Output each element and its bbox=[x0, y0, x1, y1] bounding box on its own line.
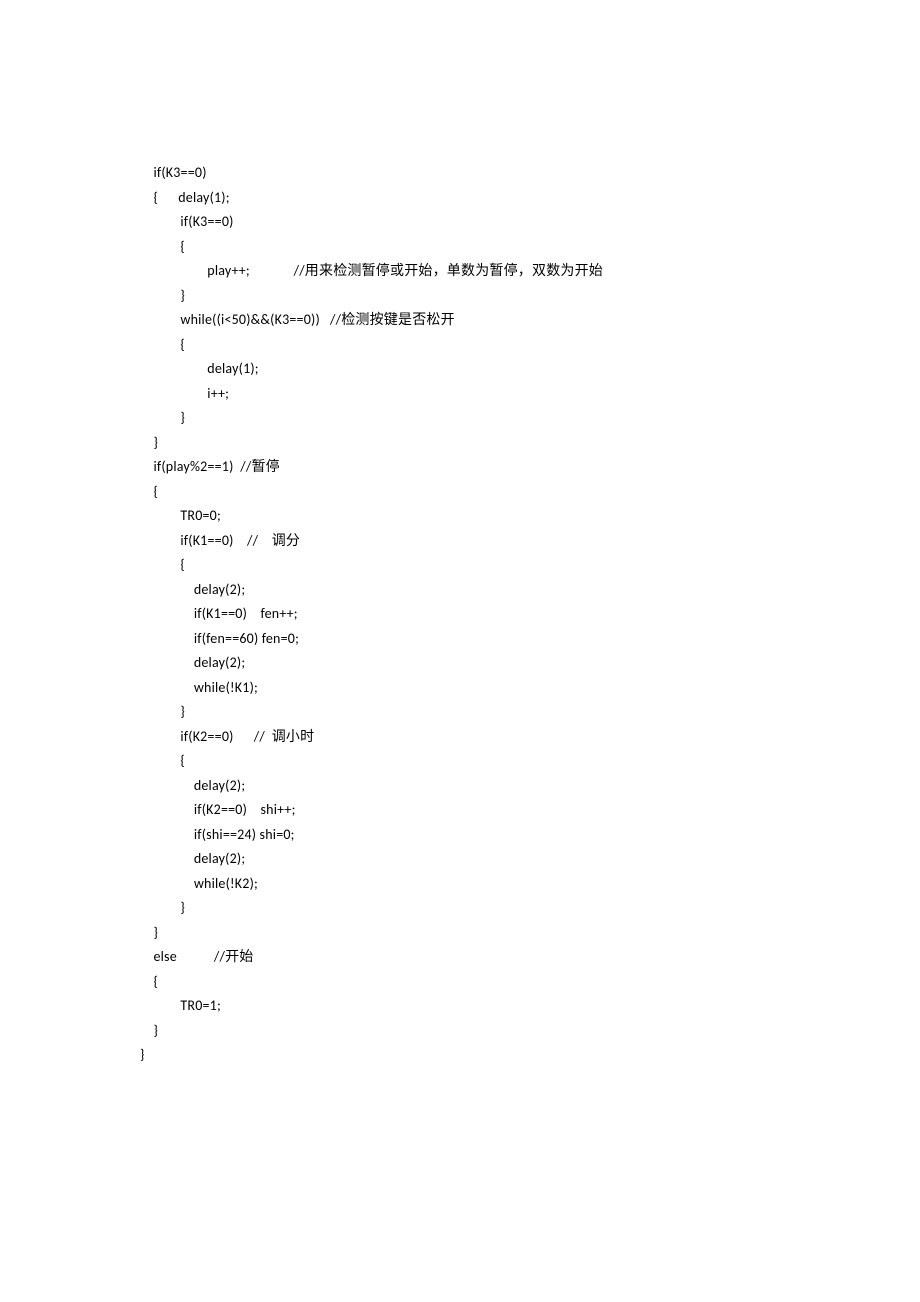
code-page: if(K3==0) { delay(1); if(K3==0) { play++… bbox=[0, 0, 920, 1092]
code-block: if(K3==0) { delay(1); if(K3==0) { play++… bbox=[140, 161, 860, 1068]
